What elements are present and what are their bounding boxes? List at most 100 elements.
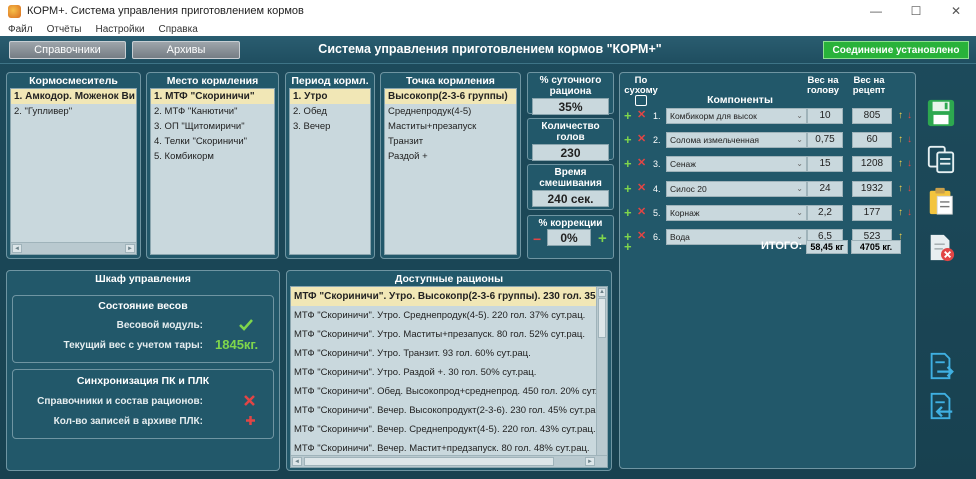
move-up-icon[interactable]: ↑ bbox=[898, 207, 903, 218]
period-item[interactable]: 1. Утро bbox=[290, 89, 370, 104]
menu-settings[interactable]: Настройки bbox=[96, 24, 145, 35]
export-icon[interactable] bbox=[925, 391, 957, 421]
daily-ration-label: % суточного рациона bbox=[539, 75, 602, 97]
minimize-button[interactable]: — bbox=[856, 0, 896, 22]
remove-row-icon[interactable]: ✕ bbox=[637, 182, 646, 195]
point-item[interactable]: Раздой + bbox=[385, 149, 516, 164]
archive-count-label: Кол-во записей в архиве ПЛК: bbox=[53, 416, 203, 427]
component-select[interactable]: Силос 20 ⌄ bbox=[666, 181, 807, 197]
place-item[interactable]: 1. МТФ "Скориничи" bbox=[151, 89, 274, 104]
move-down-icon[interactable]: ↓ bbox=[907, 183, 912, 194]
import-icon[interactable] bbox=[925, 351, 957, 381]
maximize-button[interactable]: ☐ bbox=[896, 0, 936, 22]
rations-list[interactable]: МТФ "Скориничи". Утро. Высокопр(2-3-6 гр… bbox=[290, 286, 608, 468]
remove-row-icon[interactable]: ✕ bbox=[637, 157, 646, 170]
component-weight-per-head[interactable]: 0,75 bbox=[807, 132, 843, 148]
places-list[interactable]: 1. МТФ "Скориничи" 2. МТФ "Канютичи" 3. … bbox=[150, 88, 275, 255]
copy-icon[interactable] bbox=[925, 144, 957, 174]
add-component-button[interactable]: + bbox=[624, 239, 632, 254]
move-down-icon[interactable]: ↓ bbox=[907, 158, 912, 169]
component-weight-per-recipe: 177 bbox=[852, 205, 892, 221]
remove-row-icon[interactable]: ✕ bbox=[637, 206, 646, 219]
remove-row-icon[interactable]: ✕ bbox=[637, 133, 646, 146]
delete-icon[interactable] bbox=[925, 232, 957, 262]
ration-item[interactable]: МТФ "Скориничи". Вечер. Высокопродукт(2-… bbox=[291, 401, 597, 420]
rations-hscrollbar[interactable]: ◄ ► bbox=[291, 455, 607, 467]
paste-icon[interactable] bbox=[925, 186, 957, 216]
ration-item[interactable]: МТФ "Скориничи". Обед. Высокопрод+средне… bbox=[291, 382, 597, 401]
point-item[interactable]: Маститы+презапуск bbox=[385, 119, 516, 134]
ration-item[interactable]: МТФ "Скориничи". Утро. Среднепродук(4-5)… bbox=[291, 306, 597, 325]
weight-per-head-header: Вес на голову bbox=[807, 75, 839, 96]
remove-row-icon[interactable]: ✕ bbox=[637, 109, 646, 122]
archives-button[interactable]: Архивы bbox=[132, 41, 240, 59]
points-list[interactable]: Высокопр(2-3-6 группы) Среднепродук(4-5)… bbox=[384, 88, 517, 255]
menu-file[interactable]: Файл bbox=[8, 24, 33, 35]
ration-item[interactable]: МТФ "Скориничи". Утро. Раздой +. 30 гол.… bbox=[291, 363, 597, 382]
correction-minus-button[interactable]: − bbox=[533, 231, 541, 247]
move-down-icon[interactable]: ↓ bbox=[907, 134, 912, 145]
mixer-item[interactable]: 1. Амкодор. Моженок Ви bbox=[11, 89, 136, 104]
scroll-right-icon[interactable]: ► bbox=[125, 244, 135, 253]
move-down-icon[interactable]: ↓ bbox=[907, 110, 912, 121]
add-row-icon[interactable]: + bbox=[624, 109, 632, 122]
move-up-icon[interactable]: ↑ bbox=[898, 134, 903, 145]
ration-item[interactable]: МТФ "Скориничи". Вечер. Среднепродукт(4-… bbox=[291, 420, 597, 439]
remove-row-icon[interactable]: ✕ bbox=[637, 230, 646, 243]
mixers-header: Кормосмеситель bbox=[29, 75, 118, 87]
menu-reports[interactable]: Отчёты bbox=[47, 24, 82, 35]
scroll-left-icon[interactable]: ◄ bbox=[12, 244, 22, 253]
total-label: ИТОГО: bbox=[761, 240, 803, 252]
mixer-item[interactable]: 2. "Гупливер" bbox=[11, 104, 136, 119]
periods-list[interactable]: 1. Утро 2. Обед 3. Вечер bbox=[289, 88, 371, 255]
period-item[interactable]: 3. Вечер bbox=[290, 119, 370, 134]
add-row-icon[interactable]: + bbox=[624, 133, 632, 146]
move-up-icon[interactable]: ↑ bbox=[898, 183, 903, 194]
add-row-icon[interactable]: + bbox=[624, 206, 632, 219]
scroll-up-icon[interactable]: ▲ bbox=[598, 288, 606, 297]
component-weight-per-head[interactable]: 24 bbox=[807, 181, 843, 197]
hscroll-thumb[interactable] bbox=[304, 457, 554, 466]
component-name: Комбикорм для высок bbox=[670, 111, 757, 121]
dry-matter-checkbox[interactable] bbox=[635, 95, 647, 106]
move-up-icon[interactable]: ↑ bbox=[898, 110, 903, 121]
point-item[interactable]: Высокопр(2-3-6 группы) bbox=[385, 89, 516, 104]
reference-button[interactable]: Справочники bbox=[9, 41, 126, 59]
daily-ration-value[interactable]: 35% bbox=[532, 98, 609, 115]
correction-plus-button[interactable]: + bbox=[598, 230, 607, 247]
correction-value[interactable]: 0% bbox=[547, 229, 591, 246]
move-down-icon[interactable]: ↓ bbox=[907, 207, 912, 218]
scroll-right-icon[interactable]: ► bbox=[585, 457, 595, 466]
close-button[interactable]: ✕ bbox=[936, 0, 976, 22]
component-select[interactable]: Корнаж ⌄ bbox=[666, 205, 807, 221]
component-weight-per-head[interactable]: 15 bbox=[807, 156, 843, 172]
place-item[interactable]: 3. ОП "Щитомиричи" bbox=[151, 119, 274, 134]
point-item[interactable]: Среднепродук(4-5) bbox=[385, 104, 516, 119]
component-select[interactable]: Солома измельченная ⌄ bbox=[666, 132, 807, 148]
add-row-icon[interactable]: + bbox=[624, 182, 632, 195]
component-weight-per-head[interactable]: 10 bbox=[807, 108, 843, 124]
move-up-icon[interactable]: ↑ bbox=[898, 158, 903, 169]
ration-item[interactable]: МТФ "Скориничи". Утро. Транзит. 93 гол. … bbox=[291, 344, 597, 363]
scroll-thumb[interactable] bbox=[598, 298, 606, 338]
menu-help[interactable]: Справка bbox=[159, 24, 198, 35]
mix-time-value[interactable]: 240 сек. bbox=[532, 190, 609, 207]
component-weight-per-head[interactable]: 2,2 bbox=[807, 205, 843, 221]
heads-value[interactable]: 230 bbox=[532, 144, 609, 161]
add-row-icon[interactable]: + bbox=[624, 157, 632, 170]
ration-item[interactable]: МТФ "Скориничи". Утро. Маститы+презапуск… bbox=[291, 325, 597, 344]
period-item[interactable]: 2. Обед bbox=[290, 104, 370, 119]
mixers-scrollbar[interactable]: ◄ ► bbox=[11, 242, 136, 254]
dry-matter-header: По сухому bbox=[624, 75, 658, 96]
mixers-list[interactable]: 1. Амкодор. Моженок Ви 2. "Гупливер" ◄ ► bbox=[10, 88, 137, 255]
ration-item[interactable]: МТФ "Скориничи". Утро. Высокопр(2-3-6 гр… bbox=[291, 287, 597, 306]
scroll-left-icon[interactable]: ◄ bbox=[292, 457, 302, 466]
place-item[interactable]: 5. Комбикорм bbox=[151, 149, 274, 164]
component-select[interactable]: Сенаж ⌄ bbox=[666, 156, 807, 172]
point-item[interactable]: Транзит bbox=[385, 134, 516, 149]
place-item[interactable]: 4. Телки "Скориничи" bbox=[151, 134, 274, 149]
component-select[interactable]: Комбикорм для высок ⌄ bbox=[666, 108, 807, 124]
save-icon[interactable] bbox=[925, 98, 957, 128]
place-item[interactable]: 2. МТФ "Канютичи" bbox=[151, 104, 274, 119]
rations-vscrollbar[interactable]: ▲ bbox=[596, 287, 607, 457]
